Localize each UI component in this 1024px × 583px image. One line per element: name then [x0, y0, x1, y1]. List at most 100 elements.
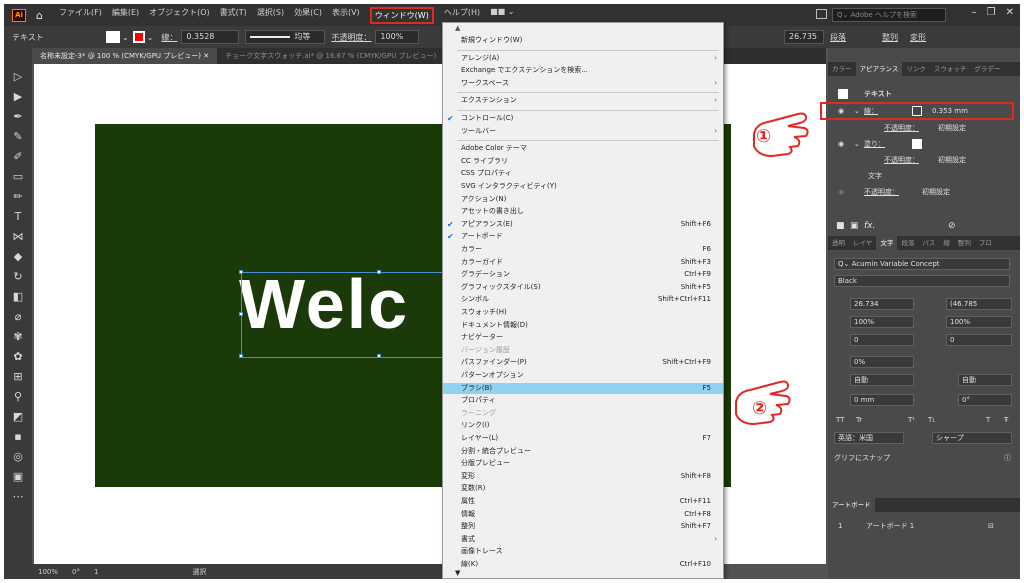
leading-input[interactable]: (46.785 — [946, 298, 1012, 310]
direct-selection-tool-icon[interactable]: ▶ — [9, 88, 27, 104]
tab-links[interactable]: リンク — [902, 62, 930, 76]
window-menu-item[interactable]: リンク(I) — [443, 420, 723, 431]
baseline-shift-input[interactable]: 0 mm — [850, 394, 914, 406]
artboard-row[interactable]: 1 アートボード 1 ⊟ — [828, 518, 1020, 534]
window-menu-item[interactable]: パスファインダー(P) Shift+Ctrl+F9 — [443, 357, 723, 368]
eye-icon[interactable]: ◉ — [838, 136, 844, 152]
curvature-tool-icon[interactable]: ✎ — [9, 128, 27, 144]
menu-workspace[interactable]: ■■ ⌄ — [490, 7, 514, 24]
window-menu-item[interactable]: カラーガイド Shift+F3 — [443, 257, 723, 268]
tab-swatches[interactable]: スウォッチ — [930, 62, 971, 76]
char-rotation-input[interactable]: 0° — [958, 394, 1012, 406]
artboard-nav[interactable]: 1 — [94, 568, 98, 576]
window-menu-item[interactable]: 線(K) Ctrl+F10 — [443, 559, 723, 570]
tab-paragraph[interactable]: 段落 — [897, 236, 918, 250]
artboard-tool-icon[interactable]: ⊞ — [9, 368, 27, 384]
pen-tool-icon[interactable]: ✒ — [9, 108, 27, 124]
window-menu-item[interactable]: エクステンション › — [443, 95, 723, 106]
tsume-input[interactable]: 0% — [850, 356, 914, 368]
tab-color[interactable]: カラー — [828, 62, 856, 76]
stroke-weight-input[interactable]: 0.3528 — [181, 30, 240, 44]
new-stroke-icon[interactable]: ■ — [836, 218, 845, 234]
window-menu-item[interactable]: ✔ コントロール(C) — [443, 113, 723, 124]
close-icon[interactable]: ✕ — [203, 52, 209, 60]
superscript-icon[interactable]: T¹ — [908, 412, 915, 428]
window-menu-item[interactable]: Adobe Color テーマ — [443, 143, 723, 154]
tab-properties[interactable]: プロ — [975, 236, 996, 250]
scroll-down-icon[interactable]: ▼ — [455, 569, 460, 577]
tab-transparency[interactable]: 透明 — [828, 236, 849, 250]
antialias-select[interactable]: シャープ — [932, 432, 1012, 444]
screen-mode-tool-icon[interactable]: ▣ — [9, 468, 27, 484]
window-menu-item[interactable]: 変形 Shift+F8 — [443, 471, 723, 482]
draw-mode-icon[interactable]: ◎ — [9, 448, 27, 464]
tab-gradient[interactable]: グラデー — [970, 62, 1004, 76]
window-menu-item[interactable]: 書式 › — [443, 534, 723, 545]
tab-align[interactable]: 整列 — [954, 236, 975, 250]
eyedropper-tool-icon[interactable]: ⌀ — [9, 308, 27, 324]
menu-object[interactable]: オブジェクト(O) — [149, 7, 210, 24]
paragraph-link[interactable]: 段落 — [830, 32, 846, 43]
window-menu-item[interactable]: ワークスペース › — [443, 78, 723, 89]
appearance-fill-row[interactable]: ◉ ⌄ 塗り： — [828, 136, 1020, 152]
selection-handle[interactable] — [377, 354, 381, 358]
window-menu-item[interactable]: レイヤー(L) F7 — [443, 433, 723, 444]
small-caps-icon[interactable]: Tr — [856, 412, 862, 428]
font-family-select[interactable]: Q⌄ Acumin Variable Concept — [834, 258, 1010, 270]
window-menu-item[interactable]: SVG インタラクティビティ(Y) — [443, 181, 723, 192]
blend-tool-icon[interactable]: ✾ — [9, 328, 27, 344]
selection-tool-icon[interactable]: ▷ — [9, 68, 27, 84]
color-mode-icon[interactable]: ▪ — [9, 428, 27, 444]
artboard-options-icon[interactable]: ⊟ — [988, 518, 994, 534]
window-menu-item[interactable]: ブラシ(B) F5 — [443, 382, 723, 394]
font-size-input[interactable]: 26.735 — [784, 30, 824, 44]
tab-stroke[interactable]: 線 — [939, 236, 954, 250]
tracking-input[interactable]: 0 — [946, 334, 1012, 346]
fx-icon[interactable]: fx. — [864, 218, 875, 234]
clear-icon[interactable]: ⊘ — [948, 218, 956, 234]
window-menu-item[interactable]: アレンジ(A) › — [443, 53, 723, 64]
window-menu-item[interactable]: 変数(R) — [443, 483, 723, 494]
selection-handle[interactable] — [239, 354, 243, 358]
chevron-down-icon[interactable]: ⌄ — [854, 136, 860, 152]
kerning-input[interactable]: 0 — [850, 334, 914, 346]
window-menu-item[interactable]: 分割・統合プレビュー — [443, 446, 723, 457]
fill-stroke-icon[interactable]: ◩ — [9, 408, 27, 424]
window-menu-item[interactable]: 整列 Shift+F7 — [443, 521, 723, 532]
symbol-tool-icon[interactable]: ✿ — [9, 348, 27, 364]
rotation-select[interactable]: 0° — [72, 568, 80, 576]
window-menu-item[interactable]: スウォッチ(H) — [443, 307, 723, 318]
transform-link[interactable]: 変形 — [910, 32, 926, 43]
chevron-down-icon[interactable]: ⌄ — [147, 33, 154, 42]
window-menu-item[interactable]: CC ライブラリ — [443, 156, 723, 167]
eye-icon[interactable]: ◉ — [838, 184, 844, 200]
scroll-up-icon[interactable]: ▲ — [455, 24, 460, 32]
close-icon[interactable]: ✕ — [1006, 7, 1014, 18]
menu-effect[interactable]: 効果(C) — [294, 7, 322, 24]
tab-layers[interactable]: レイヤ — [849, 236, 876, 250]
opacity-label[interactable]: 不透明度： — [884, 152, 919, 168]
window-menu-item[interactable]: グラデーション Ctrl+F9 — [443, 269, 723, 280]
window-menu-item[interactable]: ✔ アピアランス(E) Shift+F6 — [443, 219, 723, 230]
doc-tab-active[interactable]: 名称未設定-3* @ 100 % (CMYK/GPU プレビュー) ✕ — [32, 48, 218, 64]
eraser-tool-icon[interactable]: ◆ — [9, 248, 27, 264]
fill-label[interactable]: 塗り： — [864, 136, 885, 152]
opacity-label[interactable]: 不透明度： — [331, 32, 371, 43]
window-menu-item[interactable]: ドキュメント情報(D) — [443, 320, 723, 331]
selection-handle[interactable] — [239, 270, 243, 274]
menu-help[interactable]: ヘルプ(H) — [444, 7, 480, 24]
window-menu-item[interactable]: アクション(N) — [443, 194, 723, 205]
pencil-tool-icon[interactable]: ✏ — [9, 188, 27, 204]
window-menu-item[interactable]: 新規ウィンドウ(W) — [443, 35, 723, 46]
selection-handle[interactable] — [377, 270, 381, 274]
window-menu-item[interactable]: 分版プレビュー — [443, 458, 723, 469]
window-menu-item[interactable]: グラフィックスタイル(S) Shift+F5 — [443, 282, 723, 293]
window-menu-item[interactable]: ツールバー › — [443, 126, 723, 137]
fill-swatch[interactable] — [106, 31, 120, 43]
underline-icon[interactable]: T — [986, 412, 990, 428]
window-menu-item[interactable]: シンボル Shift+Ctrl+F11 — [443, 294, 723, 305]
rotate-tool-icon[interactable]: ↻ — [9, 268, 27, 284]
window-menu-item[interactable]: パターンオプション — [443, 370, 723, 381]
window-menu-item[interactable]: アセットの書き出し — [443, 206, 723, 217]
window-menu-item[interactable]: 情報 Ctrl+F8 — [443, 509, 723, 520]
